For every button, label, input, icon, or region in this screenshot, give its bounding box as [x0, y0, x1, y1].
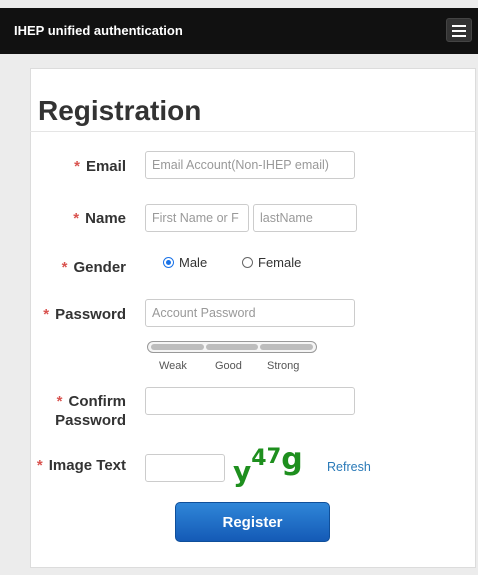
first-name-field[interactable] [145, 204, 249, 232]
captcha-image: y47g [233, 442, 303, 488]
captcha-char: y [233, 455, 252, 488]
strength-segment [151, 344, 204, 350]
required-marker: * [56, 393, 63, 410]
name-label-text: Name [85, 210, 126, 227]
email-field[interactable] [145, 151, 355, 179]
page-title: Registration [38, 95, 202, 126]
gender-label-text: Gender [73, 259, 126, 276]
confirm-password-field[interactable] [145, 387, 355, 415]
image-text-label: * Image Text [21, 456, 126, 475]
confirm-password-line2: Password [55, 412, 126, 429]
menu-bar-line [452, 25, 466, 27]
radio-unselected-icon[interactable] [242, 257, 253, 268]
captcha-input[interactable] [145, 454, 225, 482]
required-marker: * [61, 259, 68, 276]
captcha-char: 7 [266, 444, 282, 468]
confirm-label-text: Confirm [68, 393, 127, 410]
email-label-text: Email [85, 158, 126, 175]
strength-good-label: Good [215, 360, 242, 372]
email-label: * Email [66, 157, 126, 176]
menu-bar-line [452, 30, 466, 32]
name-label: * Name [66, 209, 126, 228]
captcha-char: g [281, 442, 303, 477]
confirm-password-label: * Confirm Password [46, 392, 126, 430]
confirm-password-line1: * Confirm [46, 392, 126, 411]
strength-segment [205, 344, 259, 350]
password-field[interactable] [145, 299, 355, 327]
gender-female-label: Female [258, 255, 302, 270]
required-marker: * [43, 306, 50, 323]
gender-male-radio[interactable]: Male [163, 255, 207, 270]
required-marker: * [74, 158, 80, 175]
register-button[interactable]: Register [175, 502, 330, 542]
required-marker: * [36, 457, 43, 474]
hamburger-menu-icon[interactable] [446, 18, 472, 42]
last-name-field[interactable] [253, 204, 357, 232]
gender-female-radio[interactable]: Female [242, 255, 301, 270]
radio-selected-icon[interactable] [163, 257, 174, 268]
top-navbar: IHEP unified authentication [0, 8, 478, 54]
title-divider [30, 131, 476, 132]
captcha-char: 4 [251, 446, 267, 471]
brand-title[interactable]: IHEP unified authentication [14, 23, 183, 38]
strength-weak-label: Weak [159, 360, 187, 372]
image-text-label-text: Image Text [48, 457, 126, 474]
required-marker: * [73, 210, 80, 227]
gender-male-label: Male [179, 255, 208, 270]
gender-label: * Gender [56, 258, 126, 277]
password-label: * Password [23, 305, 126, 324]
password-strength-meter [147, 341, 317, 353]
password-label-text: Password [55, 306, 126, 323]
captcha-refresh-link[interactable]: Refresh [327, 460, 371, 474]
menu-bar-line [452, 35, 466, 37]
strength-segment [260, 344, 314, 350]
strength-strong-label: Strong [267, 360, 300, 372]
